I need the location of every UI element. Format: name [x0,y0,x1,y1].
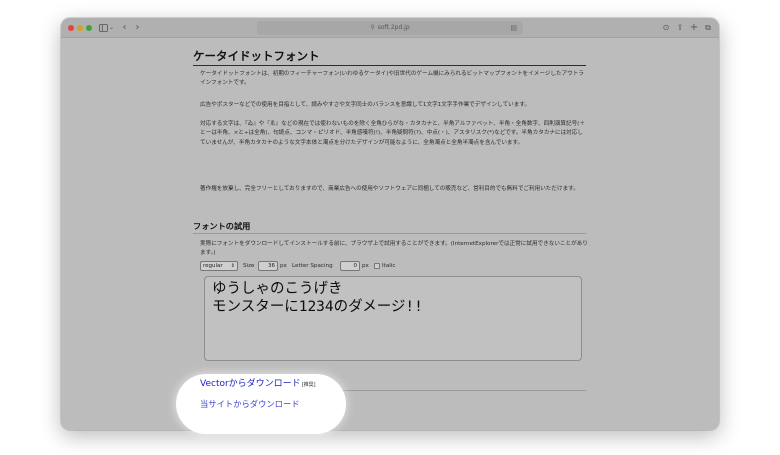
browser-toolbar: ⌄ ‹ › ⚲ soft.2pd.jp ▤ ⊙ ⇪ + ⧉ [61,18,719,38]
url-text: soft.2pd.jp [377,24,410,31]
letter-spacing-value: 0 [353,263,358,269]
share-icon[interactable]: ⇪ [675,22,685,34]
size-value: 36 [268,263,275,269]
back-arrow-icon[interactable]: ‹ [120,22,129,34]
trial-heading: フォントの試用 [193,221,586,234]
sidebar-toggle-icon[interactable] [98,22,108,34]
font-style-select[interactable]: regular ⇕ [200,261,238,271]
reader-icon[interactable]: ▤ [510,21,517,35]
chevron-down-icon[interactable]: ⌄ [108,22,115,34]
site-download-link[interactable]: 当サイトからダウンロード [200,398,300,410]
download-icon[interactable]: ⊙ [661,22,671,34]
tab-overview-icon[interactable]: ⧉ [703,22,713,34]
secure-site-icon: ⚲ [370,24,375,31]
italic-checkbox[interactable] [374,263,380,269]
web-page: ケータイドットフォント ケータイドットフォントは、初期のフィーチャーフォン(いわ… [61,39,719,430]
select-arrows-icon: ⇕ [230,263,235,269]
close-window-button[interactable] [68,25,74,31]
recommended-note: [推奨] [301,382,316,388]
charset-paragraph: 対応する文字は、『ゐ』や『ゑ』などの現在では使わないものを除く全角ひらがな・カタ… [200,121,585,146]
letter-spacing-label: Letter Spacing [292,263,333,269]
letter-spacing-input[interactable]: 0 [340,261,360,271]
size-unit: px [280,263,287,269]
license-paragraph: 著作権を放棄し、完全フリーとしておりますので、商業広告への使用やソフトウェアに同… [200,186,579,192]
vector-download-link[interactable]: Vectorからダウンロード[推奨] [200,378,316,391]
vector-download-label: Vectorからダウンロード [200,379,301,389]
minimize-window-button[interactable] [77,25,83,31]
design-paragraph: 広告やポスターなどでの使用を目指として、読みやすさや文字同士のバランスを意識して… [200,102,530,108]
zoom-window-button[interactable] [86,25,92,31]
new-tab-icon[interactable]: + [689,22,699,34]
address-bar[interactable]: ⚲ soft.2pd.jp ▤ [257,21,523,35]
size-label: Size [243,263,255,269]
intro-paragraph: ケータイドットフォントは、初期のフィーチャーフォン(いわゆるケータイ)や旧世代の… [200,71,584,87]
font-style-value: regular [203,263,223,269]
size-input[interactable]: 36 [258,261,278,271]
font-preview-textarea[interactable]: ゆうしゃのこうげき モンスターに1234のダメージ!! [204,276,582,361]
trial-description: 実際にフォントをダウンロードしてインストールする前に、ブラウザ上で試用することが… [200,241,588,257]
letter-spacing-unit: px [362,263,369,269]
page-title: ケータイドットフォント [193,49,586,66]
browser-window: ⌄ ‹ › ⚲ soft.2pd.jp ▤ ⊙ ⇪ + ⧉ ケータイドットフォント… [61,18,719,430]
italic-label: Italic [382,263,396,269]
forward-arrow-icon[interactable]: › [133,22,142,34]
trial-controls: regular ⇕ Size 36 px Letter Spacing 0 px… [200,260,588,272]
